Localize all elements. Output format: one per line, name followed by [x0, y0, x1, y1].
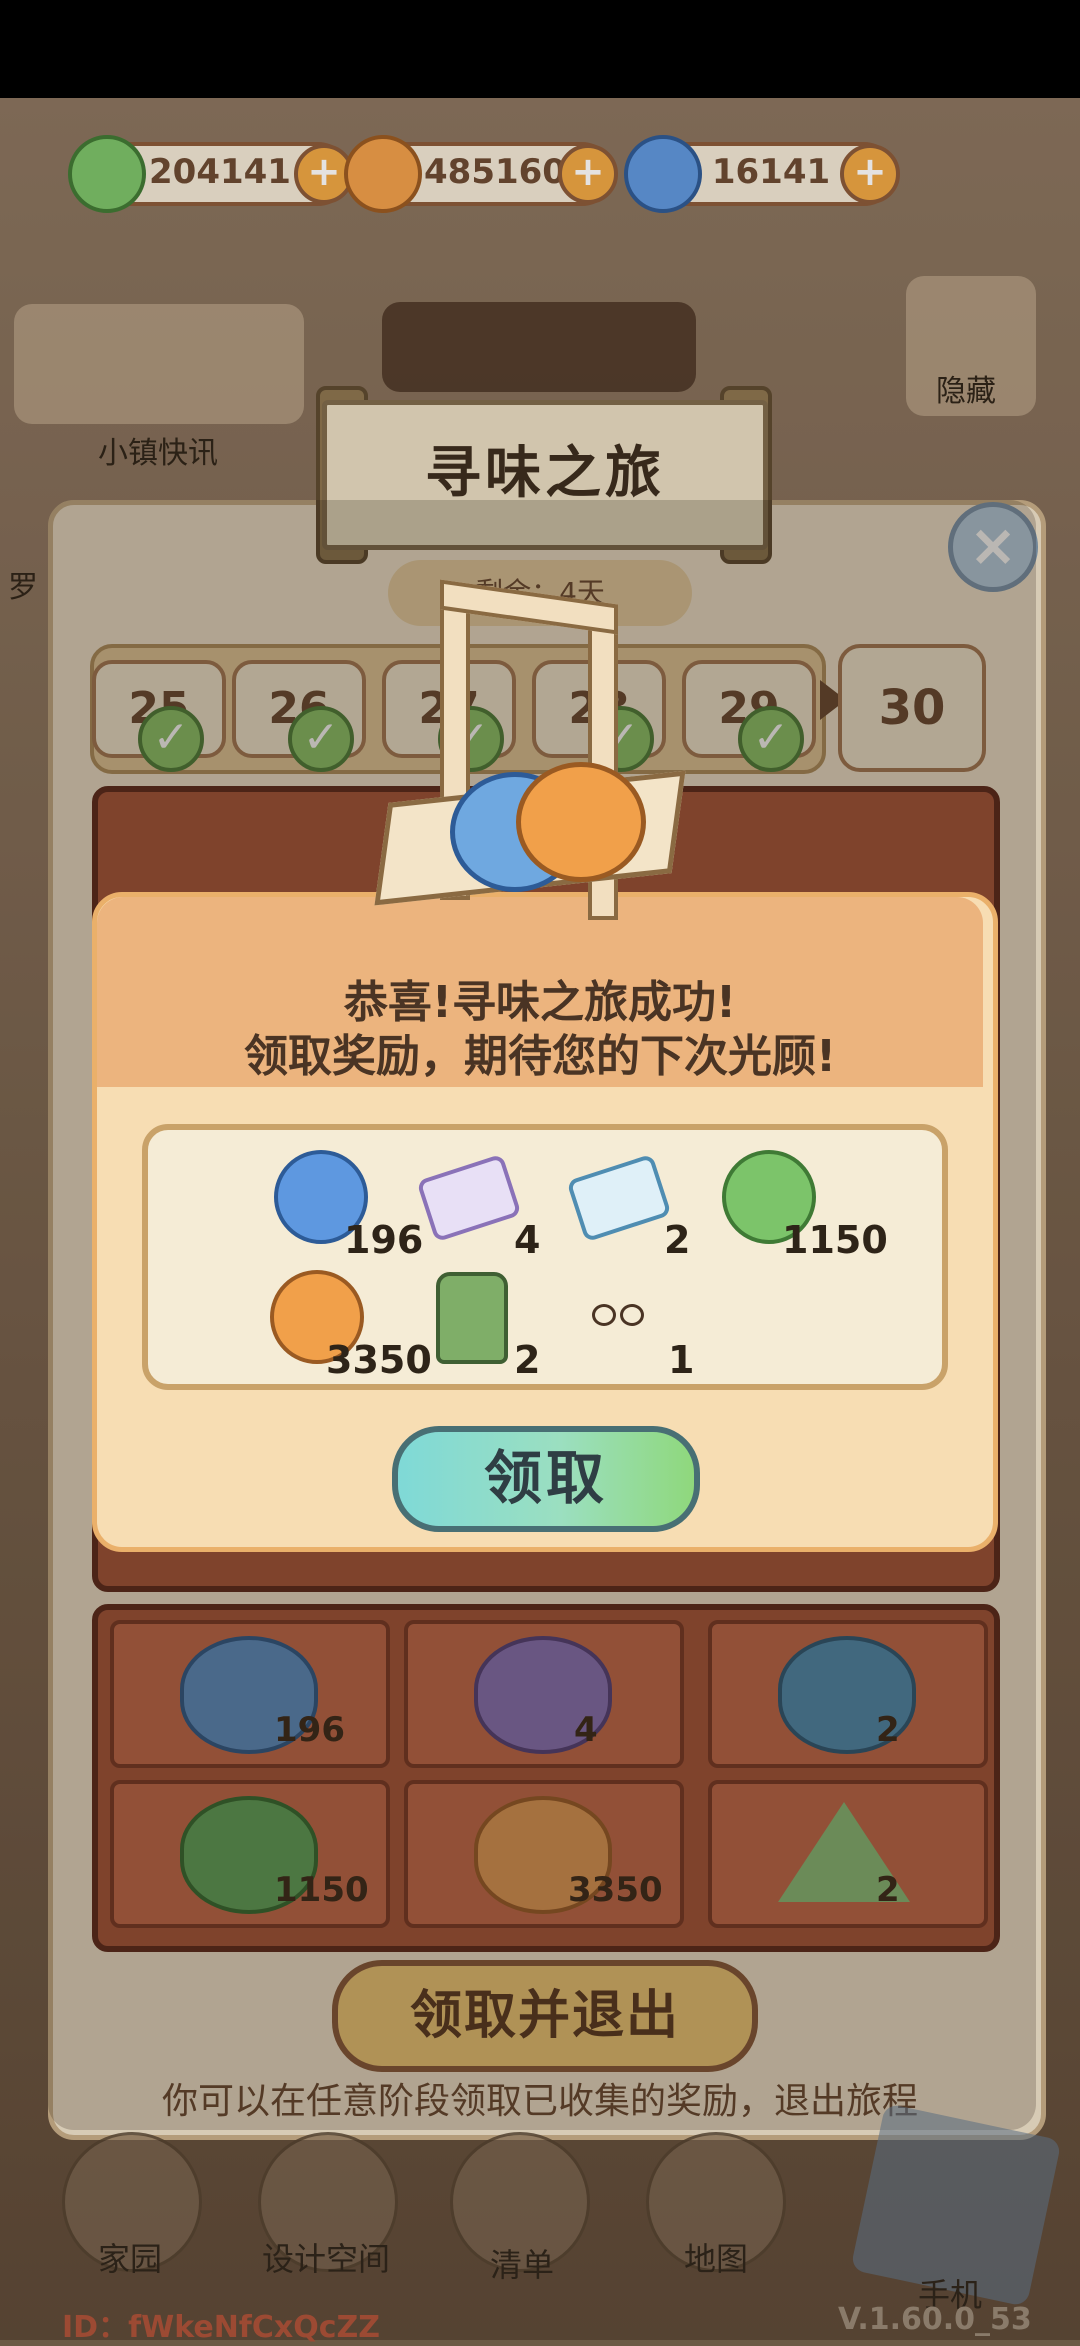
version-label: V.1.60.0_53 [838, 2302, 1032, 2337]
glasses-icon [592, 1304, 644, 1326]
nav-design-label: 设计空间 [261, 2240, 390, 2278]
claim-button[interactable]: 领取 [392, 1426, 700, 1532]
mooncake-basket-icon [374, 579, 686, 952]
nav-home-label: 家园 [97, 2240, 162, 2278]
reward-count: 2 [514, 1338, 541, 1382]
lotion-bottle-icon [436, 1272, 508, 1364]
reward-count: 2 [664, 1218, 691, 1262]
reward-count: 1 [668, 1338, 695, 1382]
reward-count: 3350 [326, 1338, 432, 1382]
status-bar [0, 0, 1080, 98]
reward-count: 1150 [782, 1218, 888, 1262]
nav-list-label: 清单 [489, 2246, 554, 2284]
nav-map-label: 地图 [683, 2240, 748, 2278]
reward-count: 196 [344, 1218, 424, 1262]
player-id: ID：fWkeNfCxQcZZ [62, 2310, 381, 2345]
popup-message-line: 领取奖励，期待您的下次光顾! [243, 1031, 837, 1082]
reward-count: 4 [514, 1218, 541, 1262]
